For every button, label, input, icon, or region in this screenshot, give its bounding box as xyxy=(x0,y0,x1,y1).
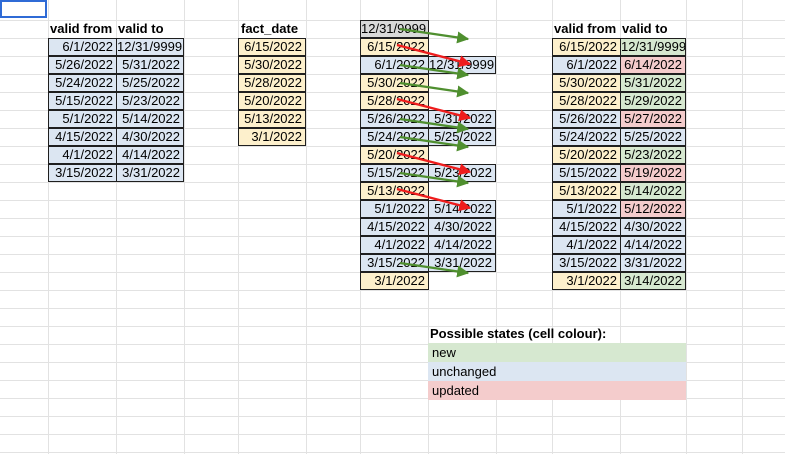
red-arrow xyxy=(396,43,472,68)
green-arrow xyxy=(399,135,470,152)
spreadsheet-grid[interactable]: valid from valid to 6/1/2022 12/31/9999 5/… xyxy=(0,0,785,454)
green-arrow xyxy=(399,27,470,44)
green-arrow xyxy=(399,81,470,98)
red-arrow xyxy=(396,97,472,122)
green-arrow xyxy=(399,261,470,278)
green-arrow xyxy=(399,63,470,80)
arrow-overlay xyxy=(396,27,472,278)
red-arrow xyxy=(396,187,472,212)
green-arrow xyxy=(399,171,470,188)
green-arrow xyxy=(399,117,470,134)
red-arrow xyxy=(396,151,472,176)
